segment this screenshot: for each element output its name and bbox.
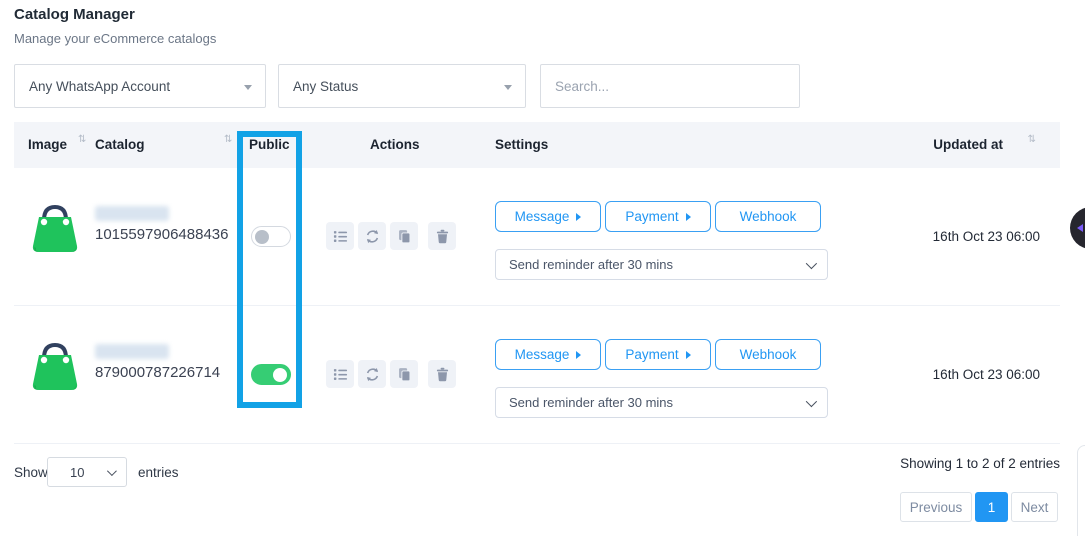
dropdown-arrow-icon <box>686 213 691 221</box>
status-select-value: Any Status <box>293 79 358 94</box>
column-header-updated-at[interactable]: Updated at <box>933 122 1003 168</box>
page-size-select[interactable]: 10 <box>47 457 127 487</box>
toggle-knob <box>273 368 287 382</box>
page-title: Catalog Manager <box>14 6 135 23</box>
column-header-actions: Actions <box>370 122 420 168</box>
public-toggle[interactable] <box>251 364 291 385</box>
entries-label: entries <box>138 465 179 480</box>
trash-icon <box>435 229 450 244</box>
delete-button[interactable] <box>428 360 456 388</box>
page-1-button[interactable]: 1 <box>975 492 1008 522</box>
next-page-button[interactable]: Next <box>1011 492 1058 522</box>
floating-helper-button[interactable] <box>1070 207 1085 249</box>
dropdown-arrow-icon <box>576 213 581 221</box>
catalog-manager-page: Catalog Manager Manage your eCommerce ca… <box>0 0 1085 536</box>
reminder-select-value: Send reminder after 30 mins <box>509 395 673 410</box>
updated-at: 16th Oct 23 06:00 <box>933 367 1040 382</box>
message-button[interactable]: Message <box>495 339 601 370</box>
refresh-icon <box>365 229 380 244</box>
edge-panel-partial <box>1077 445 1085 536</box>
list-details-button[interactable] <box>326 360 354 388</box>
chevron-down-icon <box>806 395 817 406</box>
refresh-icon <box>365 367 380 382</box>
reminder-select[interactable]: Send reminder after 30 mins <box>495 387 828 418</box>
list-icon <box>333 229 348 244</box>
dropdown-arrow-icon <box>686 351 691 359</box>
arrow-left-icon <box>1077 224 1083 232</box>
delete-button[interactable] <box>428 222 456 250</box>
catalog-name-redacted <box>95 344 169 359</box>
webhook-button-label: Webhook <box>740 347 797 362</box>
list-icon <box>333 367 348 382</box>
chevron-down-icon <box>806 257 817 268</box>
webhook-button[interactable]: Webhook <box>715 339 821 370</box>
payment-button[interactable]: Payment <box>605 339 711 370</box>
list-details-button[interactable] <box>326 222 354 250</box>
copy-icon <box>397 367 412 382</box>
page-subtitle: Manage your eCommerce catalogs <box>14 31 216 46</box>
sort-icon[interactable]: ⇅ <box>78 130 86 150</box>
table-row: 1015597906488436 <box>14 168 1060 306</box>
updated-at: 16th Oct 23 06:00 <box>933 229 1040 244</box>
toggle-knob <box>255 230 269 244</box>
catalog-id: 879000787226714 <box>95 364 220 381</box>
entries-summary: Showing 1 to 2 of 2 entries <box>900 456 1060 471</box>
shopping-bag-icon <box>28 204 82 256</box>
dropdown-arrow-icon <box>576 351 581 359</box>
previous-page-button[interactable]: Previous <box>900 492 972 522</box>
sort-icon[interactable]: ⇅ <box>1028 130 1036 150</box>
message-button[interactable]: Message <box>495 201 601 232</box>
page-size-value: 10 <box>70 465 84 480</box>
public-toggle[interactable] <box>251 226 291 247</box>
webhook-button[interactable]: Webhook <box>715 201 821 232</box>
sort-icon[interactable]: ⇅ <box>224 130 232 150</box>
caret-down-icon <box>244 85 252 90</box>
payment-button-label: Payment <box>625 209 678 224</box>
chevron-down-icon <box>107 466 117 476</box>
column-header-image[interactable]: Image <box>28 122 67 168</box>
status-select[interactable]: Any Status <box>278 64 526 108</box>
show-label: Show <box>14 465 48 480</box>
copy-icon <box>397 229 412 244</box>
sync-button[interactable] <box>358 222 386 250</box>
column-header-settings: Settings <box>495 122 548 168</box>
message-button-label: Message <box>515 209 570 224</box>
webhook-button-label: Webhook <box>740 209 797 224</box>
reminder-select-value: Send reminder after 30 mins <box>509 257 673 272</box>
table-row: 879000787226714 <box>14 306 1060 444</box>
shopping-bag-icon <box>28 342 82 394</box>
payment-button[interactable]: Payment <box>605 201 711 232</box>
trash-icon <box>435 367 450 382</box>
search-input[interactable] <box>540 64 800 108</box>
caret-down-icon <box>504 85 512 90</box>
catalog-id: 1015597906488436 <box>95 226 228 243</box>
message-button-label: Message <box>515 347 570 362</box>
reminder-select[interactable]: Send reminder after 30 mins <box>495 249 828 280</box>
column-header-public[interactable]: Public <box>249 122 290 168</box>
duplicate-button[interactable] <box>390 222 418 250</box>
whatsapp-account-select-value: Any WhatsApp Account <box>29 79 170 94</box>
table-header-row: Image ⇅ Catalog ⇅ Public Actions Setting… <box>14 122 1060 168</box>
payment-button-label: Payment <box>625 347 678 362</box>
sync-button[interactable] <box>358 360 386 388</box>
column-header-catalog[interactable]: Catalog <box>95 122 145 168</box>
duplicate-button[interactable] <box>390 360 418 388</box>
whatsapp-account-select[interactable]: Any WhatsApp Account <box>14 64 266 108</box>
catalog-name-redacted <box>95 206 169 221</box>
